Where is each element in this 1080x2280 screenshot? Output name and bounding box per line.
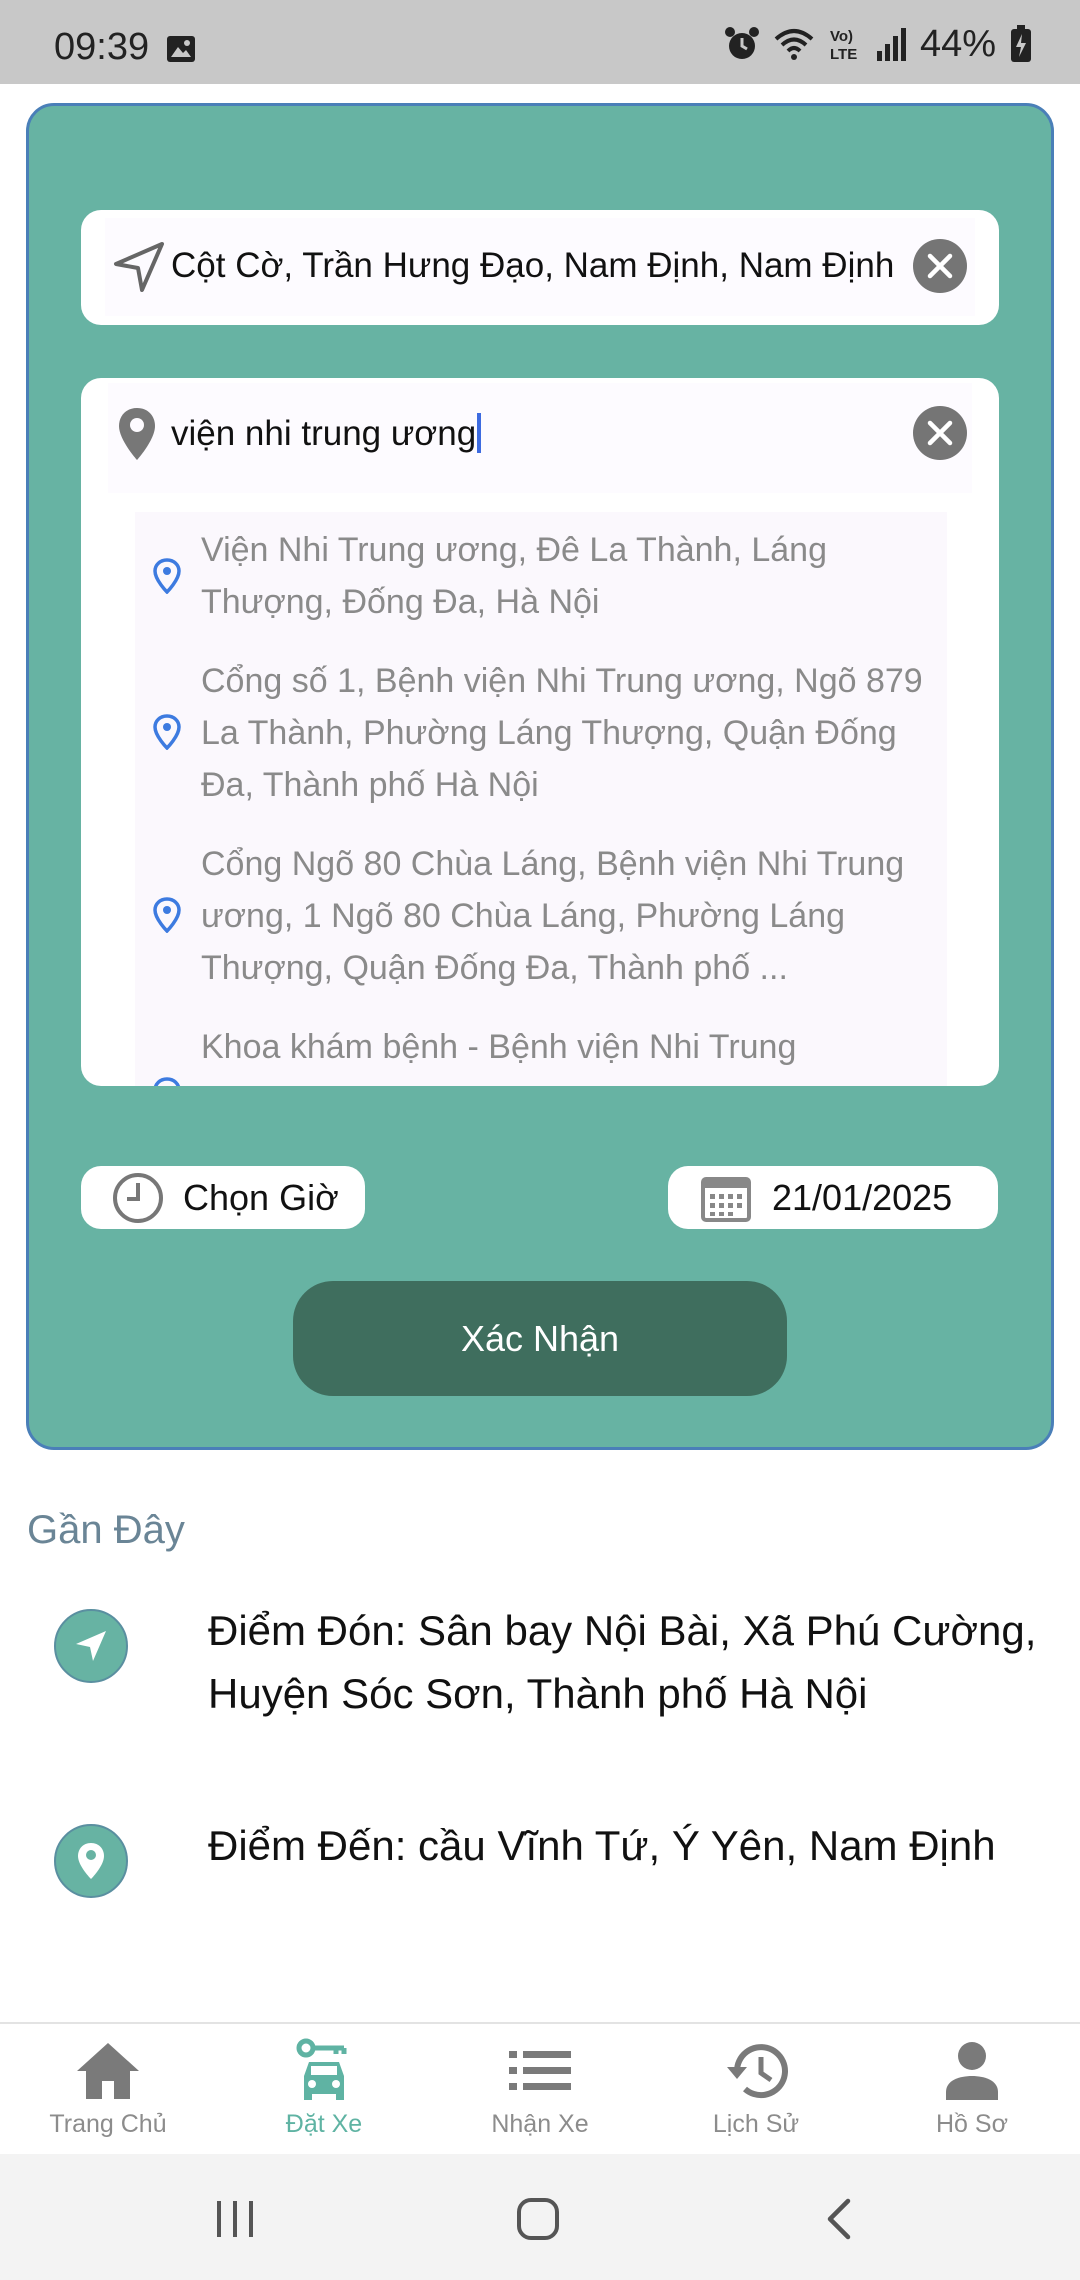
suggestion-item[interactable]: Viện Nhi Trung ương, Đê La Thành, Láng T… — [135, 524, 947, 634]
svg-text:LTE: LTE — [830, 46, 857, 63]
choose-time-button[interactable]: Chọn Giờ — [81, 1166, 365, 1229]
clear-pickup-button[interactable] — [913, 239, 967, 293]
recent-item-pickup[interactable]: Điểm Đón: Sân bay Nội Bài, Xã Phú Cường,… — [54, 1607, 1054, 1809]
nav-receive-car-label: Nhận Xe — [491, 2110, 589, 2138]
nav-home[interactable]: Trang Chủ — [0, 2024, 216, 2154]
recent-section-title: Gần Đây — [27, 1508, 185, 1552]
person-icon — [939, 2038, 1005, 2104]
nav-history[interactable]: Lịch Sử — [648, 2024, 864, 2154]
location-pin-icon — [153, 897, 181, 933]
location-pin-icon — [153, 714, 181, 750]
location-pin-icon — [78, 1843, 104, 1879]
alarm-icon — [724, 27, 759, 59]
nav-history-label: Lịch Sử — [712, 2110, 800, 2138]
navigation-arrow-icon — [76, 1631, 106, 1661]
nav-book-car[interactable]: Đặt Xe — [216, 2024, 432, 2154]
pickup-input[interactable]: Cột Cờ, Trần Hưng Đạo, Nam Định, Nam Địn… — [171, 246, 894, 286]
nav-home-label: Trang Chủ — [49, 2110, 167, 2138]
recent-apps-icon — [217, 2201, 253, 2237]
recent-pickup-badge — [54, 1609, 128, 1683]
history-icon — [723, 2038, 789, 2104]
battery-percent: 44% — [919, 22, 996, 65]
suggestion-text: Khoa khám bệnh - Bệnh viện Nhi Trung — [201, 1028, 797, 1066]
nav-profile[interactable]: Hồ Sơ — [864, 2024, 1080, 2154]
destination-input[interactable]: viện nhi trung ương — [171, 412, 482, 454]
nav-profile-label: Hồ Sơ — [936, 2110, 1008, 2138]
svg-text:Vo): Vo) — [830, 28, 853, 45]
location-pin-icon — [153, 558, 181, 594]
choose-time-label: Chọn Giờ — [183, 1176, 339, 1218]
system-navigation-bar — [0, 2154, 1080, 2280]
nav-receive-car[interactable]: Nhận Xe — [432, 2024, 648, 2154]
location-pin-icon — [119, 408, 155, 460]
clock-icon — [113, 1172, 163, 1223]
status-bar: 09:39 Vo) LTE 44% — [0, 0, 1080, 84]
close-icon — [927, 420, 953, 446]
gallery-notification-icon — [167, 36, 195, 62]
nav-book-car-label: Đặt Xe — [285, 2110, 363, 2138]
back-chevron-icon — [827, 2198, 851, 2240]
destination-input-value: viện nhi trung ương — [171, 414, 477, 453]
recent-destination-badge — [54, 1824, 128, 1898]
clear-destination-button[interactable] — [913, 406, 967, 460]
home-system-button[interactable] — [503, 2184, 573, 2254]
home-icon — [75, 2038, 141, 2104]
text-cursor — [477, 412, 482, 453]
recent-item-text: Điểm Đến: cầu Vĩnh Tứ, Ý Yên, Nam Định — [208, 1822, 996, 1869]
selected-date: 21/01/2025 — [772, 1176, 953, 1218]
calendar-icon — [701, 1176, 751, 1222]
suggestion-item[interactable]: Khoa khám bệnh - Bệnh viện Nhi Trung — [135, 1021, 947, 1086]
recent-item-text: Điểm Đón: Sân bay Nội Bài, Xã Phú Cường,… — [208, 1607, 1037, 1717]
close-icon — [927, 253, 953, 279]
navigation-arrow-icon — [114, 242, 164, 292]
suggestion-list: Viện Nhi Trung ương, Đê La Thành, Láng T… — [135, 512, 947, 1086]
back-button[interactable] — [804, 2184, 874, 2254]
recent-apps-button[interactable] — [200, 2184, 270, 2254]
location-pin-icon — [153, 1077, 181, 1086]
suggestion-item[interactable]: Cổng số 1, Bệnh viện Nhi Trung ương, Ngõ… — [135, 655, 947, 815]
suggestion-text: Viện Nhi Trung ương, Đê La Thành, Láng T… — [201, 531, 827, 621]
recent-item-destination[interactable]: Điểm Đến: cầu Vĩnh Tứ, Ý Yên, Nam Định — [54, 1822, 1054, 1944]
confirm-button[interactable]: Xác Nhận — [293, 1281, 787, 1396]
list-icon — [507, 2038, 573, 2104]
volte-icon: Vo) LTE — [830, 28, 857, 63]
suggestion-text: Cổng số 1, Bệnh viện Nhi Trung ương, Ngõ… — [201, 662, 923, 804]
battery-charging-icon — [1011, 25, 1031, 62]
home-circle-icon — [517, 2198, 559, 2240]
bottom-navigation: Trang Chủ Đặt Xe Nhận Xe Lịch Sử Hồ Sơ — [0, 2022, 1080, 2154]
signal-icon — [876, 28, 906, 61]
status-time: 09:39 — [54, 26, 150, 68]
suggestion-item[interactable]: Cổng Ngõ 80 Chùa Láng, Bệnh viện Nhi Tru… — [135, 838, 947, 998]
car-key-icon — [291, 2038, 357, 2104]
suggestion-text: Cổng Ngõ 80 Chùa Láng, Bệnh viện Nhi Tru… — [201, 845, 905, 987]
wifi-icon — [774, 29, 814, 60]
date-picker-button[interactable]: 21/01/2025 — [668, 1166, 998, 1229]
status-icons: Vo) LTE 44% — [724, 22, 1032, 65]
